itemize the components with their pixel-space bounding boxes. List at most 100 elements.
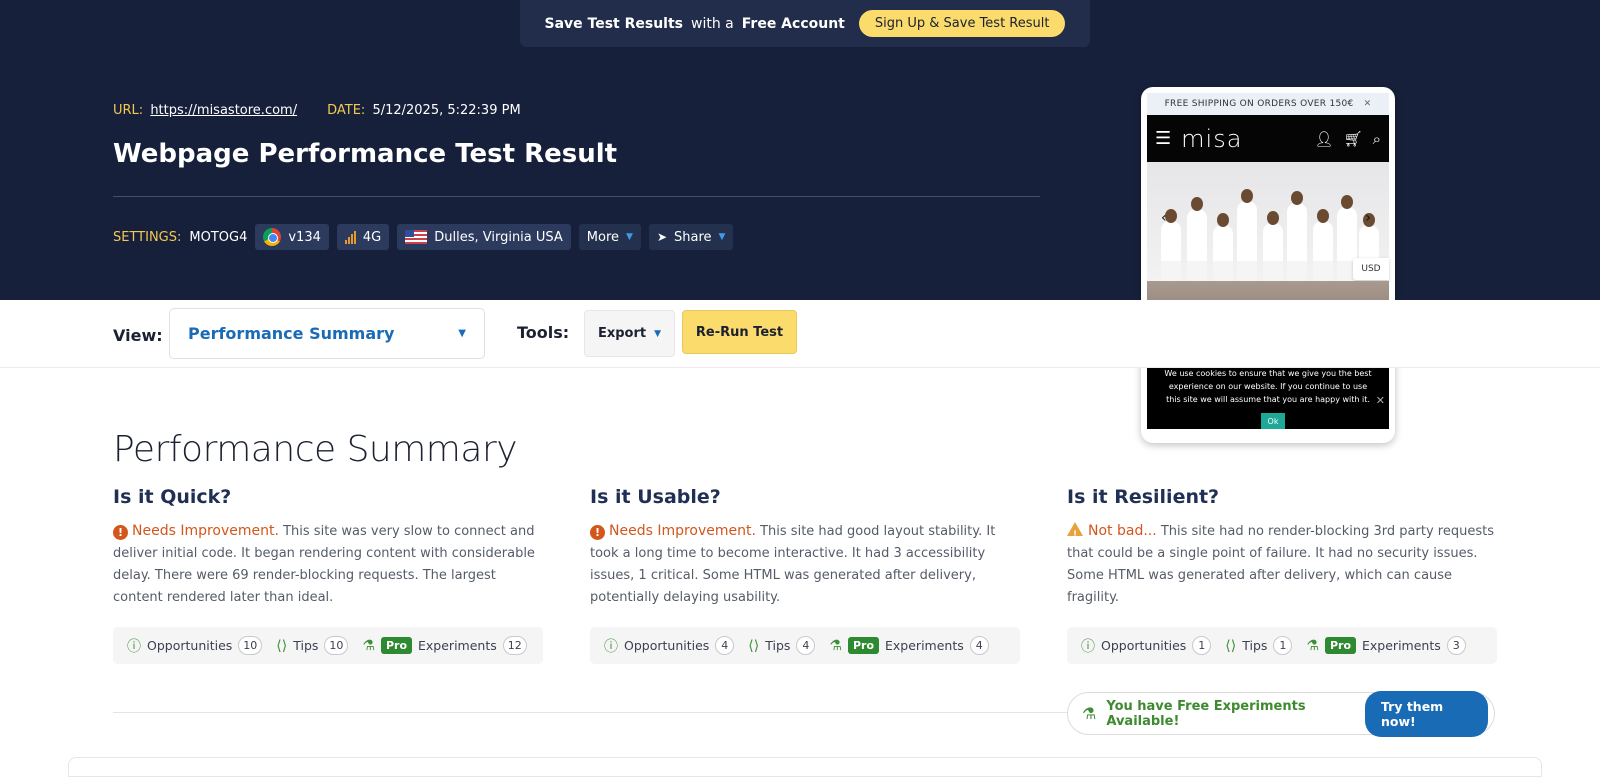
view-select-value: Performance Summary bbox=[188, 324, 395, 343]
usable-description: ! Needs Improvement. This site had good l… bbox=[590, 520, 1020, 610]
opportunities-count: 4 bbox=[715, 636, 735, 655]
chevron-down-icon: ▼ bbox=[626, 232, 633, 242]
opportunities-link[interactable]: ⓘ Opportunities 1 bbox=[1081, 636, 1212, 656]
preview-nav-icons: 👤︎ 🛒︎ ⌕ bbox=[1315, 130, 1382, 148]
flask-icon: ⚗ bbox=[1082, 704, 1097, 723]
close-icon: ✕ bbox=[1363, 99, 1372, 109]
test-meta: URL: https://misastore.com/ DATE: 5/12/2… bbox=[113, 103, 521, 118]
lightbulb-icon: ⓘ bbox=[127, 638, 141, 655]
connection-chip: 4G bbox=[336, 224, 390, 250]
signup-save-button[interactable]: Sign Up & Save Test Result bbox=[858, 10, 1066, 37]
url-link[interactable]: https://misastore.com/ bbox=[150, 103, 297, 118]
promo-bold-1: Save Test Results bbox=[544, 15, 684, 32]
preview-shipping-text: FREE SHIPPING ON ORDERS OVER 150€ bbox=[1164, 99, 1354, 109]
experiments-count: 4 bbox=[969, 636, 989, 655]
resilient-summary: Is it Resilient? Not bad... This site ha… bbox=[1067, 486, 1497, 664]
chrome-icon bbox=[263, 228, 282, 246]
menu-icon: ☰ bbox=[1155, 128, 1172, 149]
tips-count: 1 bbox=[1273, 636, 1293, 655]
user-icon: 👤︎ bbox=[1314, 129, 1334, 148]
lightbulb-icon: ⓘ bbox=[604, 638, 618, 655]
promo-bold-2: Free Account bbox=[741, 15, 845, 32]
browser-version: v134 bbox=[288, 229, 321, 245]
tips-link[interactable]: ⟨⟩ Tips 10 bbox=[276, 636, 349, 655]
chevron-down-icon: ▼ bbox=[458, 328, 466, 339]
opportunities-count: 10 bbox=[238, 636, 263, 655]
code-icon: ⟨⟩ bbox=[276, 637, 288, 654]
experiments-link[interactable]: ⚗ Pro Experiments 4 bbox=[829, 636, 989, 655]
free-experiments-text: You have Free Experiments Available! bbox=[1106, 698, 1306, 729]
opportunities-link[interactable]: ⓘ Opportunities 4 bbox=[604, 636, 735, 656]
experiments-link[interactable]: ⚗ Pro Experiments 12 bbox=[362, 636, 527, 655]
usable-heading: Is it Usable? bbox=[590, 486, 721, 508]
more-button[interactable]: More ▼ bbox=[578, 224, 641, 250]
resilient-stats: ⓘ Opportunities 1 ⟨⟩ Tips 1 ⚗ Pro Experi… bbox=[1067, 627, 1497, 664]
opportunities-label: Opportunities bbox=[147, 638, 233, 653]
flask-icon: ⚗ bbox=[829, 637, 842, 654]
settings-label: SETTINGS: bbox=[113, 229, 182, 245]
date-value: 5/12/2025, 5:22:39 PM bbox=[372, 103, 521, 118]
cart-icon: 🛒︎ bbox=[1343, 129, 1363, 148]
chevron-right-icon: › bbox=[1365, 210, 1371, 226]
pro-badge: Pro bbox=[380, 637, 413, 654]
usable-stats: ⓘ Opportunities 4 ⟨⟩ Tips 4 ⚗ Pro Experi… bbox=[590, 627, 1020, 664]
export-button[interactable]: Export ▼ bbox=[584, 310, 675, 357]
quick-status: Needs Improvement. bbox=[132, 523, 279, 539]
export-label: Export bbox=[597, 326, 647, 341]
pro-badge: Pro bbox=[1324, 637, 1357, 654]
tips-link[interactable]: ⟨⟩ Tips 4 bbox=[748, 636, 816, 655]
preview-cookie-text: We use cookies to ensure that we give yo… bbox=[1164, 369, 1372, 404]
tips-link[interactable]: ⟨⟩ Tips 1 bbox=[1225, 636, 1293, 655]
opportunities-label: Opportunities bbox=[1101, 638, 1187, 653]
view-select[interactable]: Performance Summary ▼ bbox=[169, 308, 485, 359]
tips-label: Tips bbox=[765, 638, 791, 653]
pro-badge: Pro bbox=[847, 637, 880, 654]
code-icon: ⟨⟩ bbox=[748, 637, 760, 654]
preview-currency: USD bbox=[1353, 258, 1389, 280]
lightbulb-icon: ⓘ bbox=[1081, 638, 1095, 655]
experiments-count: 3 bbox=[1446, 636, 1466, 655]
signal-bars-icon bbox=[344, 230, 356, 244]
us-flag-icon bbox=[405, 230, 428, 244]
tips-count: 4 bbox=[796, 636, 816, 655]
summary-title: Performance Summary bbox=[113, 429, 518, 470]
share-button[interactable]: ➤ Share ▼ bbox=[648, 224, 734, 250]
experiments-link[interactable]: ⚗ Pro Experiments 3 bbox=[1306, 636, 1466, 655]
rerun-test-button[interactable]: Re-Run Test bbox=[682, 310, 797, 354]
test-settings: SETTINGS: MOTOG4 v134 4G Dulles, Virgini… bbox=[113, 224, 734, 250]
header-divider bbox=[113, 196, 1040, 197]
page-title: Webpage Performance Test Result bbox=[113, 139, 618, 169]
date-group: DATE: 5/12/2025, 5:22:39 PM bbox=[327, 103, 521, 118]
url-label: URL: bbox=[113, 103, 144, 118]
try-experiments-button[interactable]: Try them now! bbox=[1365, 690, 1488, 737]
tips-label: Tips bbox=[1242, 638, 1268, 653]
preview-ok-button: Ok bbox=[1261, 413, 1285, 429]
view-label: View: bbox=[113, 326, 163, 345]
quick-stats: ⓘ Opportunities 10 ⟨⟩ Tips 10 ⚗ Pro Expe… bbox=[113, 627, 543, 664]
chevron-left-icon: ‹ bbox=[1161, 210, 1167, 226]
code-icon: ⟨⟩ bbox=[1225, 637, 1237, 654]
quick-heading: Is it Quick? bbox=[113, 486, 232, 508]
opportunities-link[interactable]: ⓘ Opportunities 10 bbox=[127, 636, 263, 656]
experiments-label: Experiments bbox=[418, 638, 497, 653]
flask-icon: ⚗ bbox=[1306, 637, 1319, 654]
quick-summary: Is it Quick? ! Needs Improvement. This si… bbox=[113, 486, 543, 664]
save-results-banner: Save Test Results with a Free Account Si… bbox=[520, 0, 1090, 47]
experiments-count: 12 bbox=[502, 636, 527, 655]
usable-summary: Is it Usable? ! Needs Improvement. This s… bbox=[590, 486, 1020, 664]
experiments-label: Experiments bbox=[885, 638, 964, 653]
tips-label: Tips bbox=[293, 638, 319, 653]
resilient-description: Not bad... This site had no render-block… bbox=[1067, 520, 1497, 610]
resilient-status: Not bad... bbox=[1088, 523, 1157, 539]
promo-text: with a bbox=[691, 15, 734, 32]
preview-navbar: ☰ misa 👤︎ 🛒︎ ⌕ bbox=[1147, 115, 1389, 162]
connection-type: 4G bbox=[362, 229, 382, 245]
opportunities-label: Opportunities bbox=[624, 638, 710, 653]
device-name: MOTOG4 bbox=[189, 229, 248, 245]
resilient-heading: Is it Resilient? bbox=[1067, 486, 1220, 508]
more-label: More bbox=[586, 229, 620, 245]
location-chip: Dulles, Virginia USA bbox=[397, 224, 571, 250]
preview-logo: misa bbox=[1181, 124, 1243, 153]
page-screenshot-preview[interactable]: FREE SHIPPING ON ORDERS OVER 150€ ✕ ☰ mi… bbox=[1141, 87, 1395, 443]
usable-status: Needs Improvement. bbox=[609, 523, 756, 539]
